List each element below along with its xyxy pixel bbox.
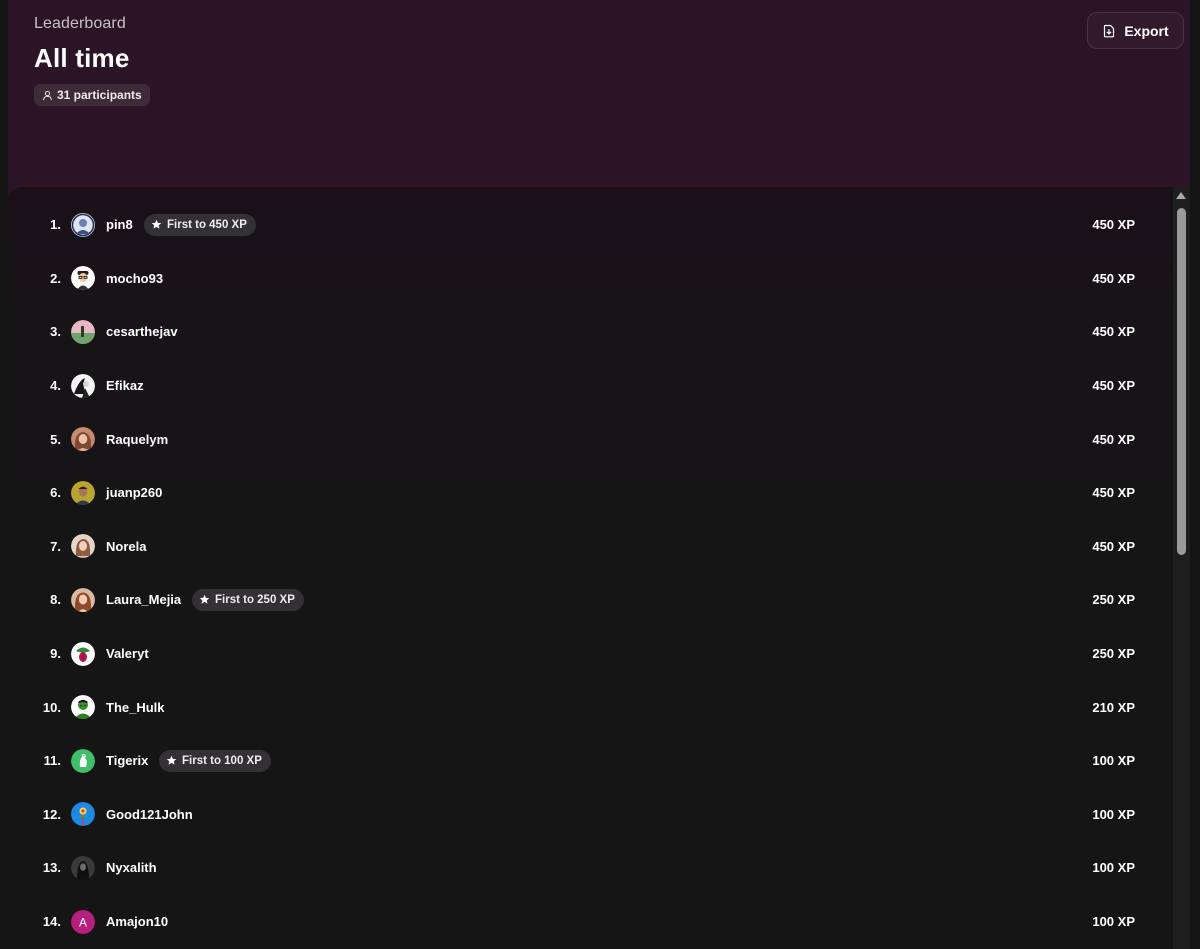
leaderboard-row[interactable]: 14. A Amajon10 100 XP bbox=[8, 895, 1173, 949]
username[interactable]: Efikaz bbox=[106, 378, 144, 393]
achievement-badge-label: First to 450 XP bbox=[167, 218, 247, 231]
person-icon bbox=[42, 90, 53, 101]
username[interactable]: The_Hulk bbox=[106, 700, 165, 715]
rank-number: 3. bbox=[50, 324, 61, 340]
rank-number: 4. bbox=[50, 378, 61, 394]
file-export-icon bbox=[1102, 24, 1116, 38]
achievement-badge: First to 250 XP bbox=[192, 588, 304, 611]
leaderboard-row[interactable]: 4. Efikaz 450 XP bbox=[8, 359, 1173, 413]
username[interactable]: juanp260 bbox=[106, 485, 162, 500]
scroll-up-arrow-icon[interactable] bbox=[1176, 192, 1186, 199]
username[interactable]: Good121John bbox=[106, 807, 193, 822]
leaderboard-row[interactable]: 7. Norela 450 XP bbox=[8, 520, 1173, 574]
xp-score: 450 XP bbox=[1092, 324, 1135, 340]
rank-number: 9. bbox=[50, 646, 61, 662]
avatar-mocho93[interactable] bbox=[71, 266, 95, 291]
rank-number: 8. bbox=[50, 592, 61, 608]
leaderboard-row[interactable]: 2. mocho93 450 XP bbox=[8, 252, 1173, 306]
window-edge bbox=[1190, 0, 1200, 949]
username[interactable]: Tigerix bbox=[106, 753, 148, 768]
username[interactable]: Valeryt bbox=[106, 646, 149, 661]
avatar-tigerix[interactable] bbox=[71, 748, 95, 773]
leaderboard-rows: 1. pin8 First to 450 XP 450 XP 2. mocho93 450 … bbox=[8, 198, 1173, 948]
xp-score: 100 XP bbox=[1092, 806, 1135, 822]
leaderboard-row[interactable]: 13. Nyxalith 100 XP bbox=[8, 841, 1173, 895]
avatar-the-hulk[interactable] bbox=[71, 695, 95, 720]
leaderboard-page: Leaderboard All time 31 participants Exp… bbox=[0, 0, 1200, 949]
achievement-badge-label: First to 100 XP bbox=[182, 754, 262, 767]
star-icon bbox=[199, 594, 210, 605]
username[interactable]: Raquelym bbox=[106, 432, 168, 447]
participants-label: 31 participants bbox=[57, 88, 142, 102]
username[interactable]: cesarthejav bbox=[106, 324, 178, 339]
export-label: Export bbox=[1124, 22, 1169, 39]
leaderboard-list[interactable]: 1. pin8 First to 450 XP 450 XP 2. mocho93 450 … bbox=[8, 187, 1173, 949]
leaderboard-row[interactable]: 3. cesarthejav 450 XP bbox=[8, 305, 1173, 359]
leaderboard-row[interactable]: 10. The_Hulk 210 XP bbox=[8, 680, 1173, 734]
avatar-raquelym[interactable] bbox=[71, 427, 95, 452]
rank-number: 12. bbox=[42, 806, 61, 822]
leaderboard-row[interactable]: 12. Good121John 100 XP bbox=[8, 788, 1173, 842]
xp-score: 450 XP bbox=[1092, 485, 1135, 501]
rank-number: 10. bbox=[42, 699, 61, 715]
rank-number: 14. bbox=[42, 914, 61, 930]
username[interactable]: Amajon10 bbox=[106, 914, 168, 929]
leaderboard-row[interactable]: 6. juanp260 450 XP bbox=[8, 466, 1173, 520]
scrollbar[interactable] bbox=[1173, 187, 1190, 949]
section-eyebrow: Leaderboard bbox=[34, 15, 126, 32]
leaderboard-row[interactable]: 5. Raquelym 450 XP bbox=[8, 412, 1173, 466]
participants-count-chip: 31 participants bbox=[34, 84, 150, 106]
xp-score: 100 XP bbox=[1092, 914, 1135, 930]
rank-number: 11. bbox=[43, 753, 61, 769]
achievement-badge: First to 450 XP bbox=[144, 213, 256, 236]
avatar-efikaz[interactable] bbox=[71, 373, 95, 398]
avatar-good121john[interactable] bbox=[71, 802, 95, 827]
leaderboard-row[interactable]: 11. Tigerix First to 100 XP 100 XP bbox=[8, 734, 1173, 788]
rank-number: 5. bbox=[50, 431, 61, 447]
rank-number: 2. bbox=[50, 270, 61, 286]
star-icon bbox=[151, 219, 162, 230]
rank-number: 6. bbox=[50, 485, 61, 501]
avatar-laura-mejia[interactable] bbox=[71, 587, 95, 612]
avatar-valeryt[interactable] bbox=[71, 641, 95, 666]
scrollbar-thumb[interactable] bbox=[1177, 208, 1186, 555]
avatar-amajon10[interactable]: A bbox=[71, 909, 95, 934]
xp-score: 450 XP bbox=[1092, 270, 1135, 286]
avatar-nyxalith[interactable] bbox=[71, 855, 95, 880]
username[interactable]: mocho93 bbox=[106, 271, 163, 286]
avatar-juanp260[interactable] bbox=[71, 480, 95, 505]
xp-score: 450 XP bbox=[1092, 378, 1135, 394]
xp-score: 250 XP bbox=[1092, 592, 1135, 608]
xp-score: 450 XP bbox=[1092, 217, 1135, 233]
username[interactable]: Norela bbox=[106, 539, 146, 554]
rank-number: 1. bbox=[50, 217, 61, 233]
rank-number: 7. bbox=[50, 538, 61, 554]
rank-number: 13. bbox=[42, 860, 61, 876]
xp-score: 450 XP bbox=[1092, 431, 1135, 447]
xp-score: 450 XP bbox=[1092, 538, 1135, 554]
username[interactable]: Laura_Mejia bbox=[106, 592, 181, 607]
svg-text:A: A bbox=[79, 915, 87, 929]
xp-score: 210 XP bbox=[1092, 699, 1135, 715]
avatar-pin8[interactable] bbox=[71, 212, 95, 237]
page-title: All time bbox=[34, 43, 130, 73]
xp-score: 250 XP bbox=[1092, 646, 1135, 662]
achievement-badge: First to 100 XP bbox=[159, 749, 271, 772]
achievement-badge-label: First to 250 XP bbox=[215, 593, 295, 606]
avatar-cesarthejav[interactable] bbox=[71, 319, 95, 344]
leaderboard-row[interactable]: 9. Valeryt 250 XP bbox=[8, 627, 1173, 681]
xp-score: 100 XP bbox=[1092, 753, 1135, 769]
star-icon bbox=[166, 755, 177, 766]
username[interactable]: pin8 bbox=[106, 217, 133, 232]
avatar-norela[interactable] bbox=[71, 534, 95, 559]
leaderboard-row[interactable]: 1. pin8 First to 450 XP 450 XP bbox=[8, 198, 1173, 252]
leaderboard-row[interactable]: 8. Laura_Mejia First to 250 XP 250 XP bbox=[8, 573, 1173, 627]
username[interactable]: Nyxalith bbox=[106, 860, 157, 875]
export-button[interactable]: Export bbox=[1087, 12, 1184, 49]
xp-score: 100 XP bbox=[1092, 860, 1135, 876]
